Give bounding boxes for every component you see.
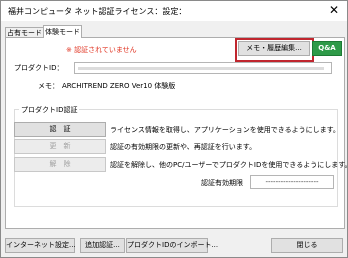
- title-bar: 福井コンピュータ ネット認証ライセンス：設定： ✕: [1, 1, 347, 21]
- authenticate-button[interactable]: 認 証: [14, 122, 106, 137]
- expiry-label: 認証有効期限: [201, 179, 243, 187]
- highlight-frame: [235, 38, 314, 62]
- release-button[interactable]: 解 除: [14, 157, 106, 172]
- license-settings-window: 福井コンピュータ ネット認証ライセンス：設定： ✕ 占有モード 体験モード ※ …: [0, 0, 348, 258]
- import-product-id-button[interactable]: プロダクトIDのインポート...: [126, 238, 218, 253]
- internet-settings-button[interactable]: インターネット設定...: [5, 238, 76, 253]
- memo-label: メモ：: [38, 82, 59, 90]
- close-button[interactable]: 閉じる: [271, 238, 343, 253]
- renew-description: 認証の有効期限の更新や、再認証を行います。: [110, 143, 257, 151]
- group-title: プロダクトID認証: [19, 105, 80, 115]
- release-description: 認証を解除し、他のPC/ユーザーでプロダクトIDを使用できるようにします。: [110, 161, 348, 169]
- trial-mode-panel: ※ 認証されていません メモ・履歴編集... Q&A プロダクトID： メモ： …: [5, 37, 348, 229]
- product-id-label: プロダクトID：: [14, 64, 64, 72]
- qa-button[interactable]: Q&A: [312, 41, 342, 56]
- tab-trial-mode[interactable]: 体験モード: [43, 25, 82, 38]
- authenticate-description: ライセンス情報を取得し、アプリケーションを使用できるようにします。: [110, 126, 340, 134]
- product-id-field[interactable]: [74, 62, 332, 74]
- close-icon[interactable]: ✕: [329, 4, 339, 16]
- product-id-masked-value: [78, 67, 324, 70]
- renew-button[interactable]: 更 新: [14, 139, 106, 154]
- unauthenticated-warning: ※ 認証されていません: [66, 46, 137, 54]
- window-title: 福井コンピュータ ネット認証ライセンス：設定：: [8, 7, 187, 16]
- add-auth-button[interactable]: 追加認証...: [80, 238, 125, 253]
- expiry-value: ---------------------: [250, 175, 334, 189]
- memo-value: ARCHITREND ZERO Ver10 体験版: [62, 82, 176, 90]
